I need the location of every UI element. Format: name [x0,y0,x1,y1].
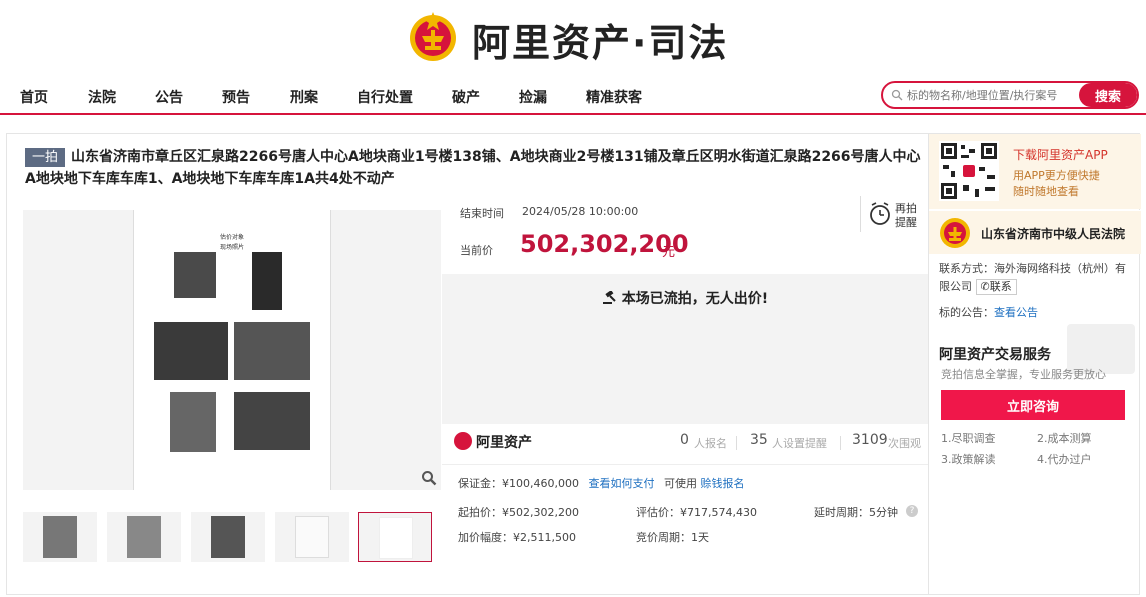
view-label: 次围观 [888,437,921,450]
round-tag: 一拍 [25,148,66,167]
nav-announcement[interactable]: 公告 [155,87,183,107]
notice-label: 标的公告： [939,306,994,319]
delay-period: 延时周期：5分钟 [814,506,898,519]
bid-increment: 加价幅度：¥2,511,500 [458,531,576,544]
notice-line: 标的公告：查看公告 [939,304,1038,320]
thumbnail[interactable] [191,512,265,562]
site-photo [154,322,228,380]
search-button[interactable]: 搜索 [1079,83,1137,107]
signup-label: 人报名 [694,437,727,450]
service-feature[interactable]: 3.政策解读 [941,451,996,467]
doc-caption: 现场照片 [219,244,244,251]
current-price-label: 当前价 [460,244,493,257]
search-input[interactable] [907,85,1077,105]
search-box: 搜索 [881,81,1139,109]
thumbnail-active[interactable] [358,512,432,562]
sidebar: 下载阿里资产APP 用APP更方便快捷 随时随地查看 山东省济南市中级人民法院 … [928,134,1141,594]
contact-button[interactable]: ✆联系 [975,279,1017,295]
appraisal-price: 评估价：¥717,574,430 [636,506,757,519]
deposit-pay-link[interactable]: 查看如何支付 [588,477,654,490]
view-count: 3109 [852,432,888,448]
nav-court[interactable]: 法院 [88,87,116,107]
app-line: 用APP更方便快捷 [1013,169,1100,182]
app-download-banner[interactable]: 下载阿里资产APP 用APP更方便快捷 随时随地查看 [929,134,1141,209]
doc-caption: 估价对象 [219,234,244,241]
contact-info: 联系方式：海外海网络科技（杭州）有限公司 ✆联系 [939,260,1135,296]
thumbnail[interactable] [23,512,97,562]
image-viewer[interactable]: 估价对象 现场照片 [23,210,441,490]
site-photo [234,322,310,380]
remind-button[interactable]: 再拍提醒 [860,196,922,232]
end-time-value: 2024/05/28 10:00:00 [522,205,639,218]
reminder-count: 35 [750,432,768,448]
app-line: 随时随地查看 [1013,185,1079,198]
remind-label: 再拍提醒 [895,202,917,229]
end-time-label: 结束时间 [460,207,504,220]
thumbnail[interactable] [275,512,349,562]
document-page: 估价对象 现场照片 [133,210,331,490]
court-emblem-icon [940,218,970,248]
listing-title: 一拍 山东省济南市章丘区汇泉路2266号唐人中心A地块商业1号楼138铺、A地块商… [25,146,930,190]
logo-bar: 阿里资产·司法 [0,0,1146,75]
nav-self-disposal[interactable]: 自行处置 [357,87,413,107]
court-info[interactable]: 山东省济南市中级人民法院 [929,210,1141,254]
site-photo [234,392,310,450]
divider [736,436,737,450]
nav-bargain[interactable]: 捡漏 [519,87,547,107]
ali-asset-logo-icon [454,432,472,450]
help-icon[interactable]: ? [906,505,918,517]
start-price: 起拍价：¥502,302,200 [458,506,579,519]
qr-code-icon [939,141,999,201]
contact-label: 联系方式： [939,262,994,275]
fee-details: 保证金：¥100,460,000 查看如何支付 可使用 赊钱报名 起拍价：¥50… [442,464,928,568]
alarm-clock-icon [870,202,890,225]
nav-home[interactable]: 首页 [20,87,48,107]
auction-status-text: 本场已流拍，无人出价! [621,291,769,307]
site-photo [170,392,216,452]
app-download-title: 下载阿里资产APP [1013,148,1108,162]
divider [840,436,841,450]
main-nav: 首页 法院 公告 预告 刑案 自行处置 破产 捡漏 精准获客 搜索 [0,75,1146,115]
signup-count: 0 [680,432,689,448]
listing-panel: 一拍 山东省济南市章丘区汇泉路2266号唐人中心A地块商业1号楼138铺、A地块商… [6,133,1141,595]
nav-preview[interactable]: 预告 [222,87,250,107]
auction-status: 本场已流拍，无人出价! [442,288,928,308]
service-feature[interactable]: 1.尽职调查 [941,430,996,446]
ali-asset-brand: 阿里资产 [476,435,532,451]
reminder-label: 人设置提醒 [772,437,827,450]
service-banner: 阿里资产交易服务 竞拍信息全掌握，专业服务更放心 [939,324,1135,381]
thumbnail[interactable] [107,512,181,562]
contact-button-label: 联系 [989,280,1012,293]
search-icon [891,89,903,101]
loan-signup-link[interactable]: 赊钱报名 [700,477,744,490]
usable-label: 可使用 [663,477,697,490]
court-emblem-icon [410,12,456,61]
service-title: 阿里资产交易服务 [939,347,1051,363]
service-feature[interactable]: 4.代办过户 [1037,451,1092,467]
notice-link[interactable]: 查看公告 [994,306,1038,319]
site-photo [252,252,282,310]
listing-title-text: 山东省济南市章丘区汇泉路2266号唐人中心A地块商业1号楼138铺、A地块商业2… [25,149,921,187]
nav-bankruptcy[interactable]: 破产 [452,87,480,107]
consult-button[interactable]: 立即咨询 [941,390,1125,420]
nav-precision[interactable]: 精准获客 [586,87,642,107]
auction-status-box: 本场已流拍，无人出价! [442,274,928,424]
court-name: 山东省济南市中级人民法院 [981,227,1126,241]
service-feature[interactable]: 2.成本测算 [1037,430,1092,446]
site-photo [174,252,216,298]
service-subtitle: 竞拍信息全掌握，专业服务更放心 [941,368,1106,381]
currency-unit: 元 [662,245,676,260]
bid-cycle: 竞价周期：1天 [636,531,709,544]
zoom-icon[interactable] [421,470,437,486]
nav-criminal[interactable]: 刑案 [290,87,318,107]
stats-bar: 阿里资产 0 人报名 35 人设置提醒 3109 次围观 [442,428,928,460]
gavel-icon [602,290,616,304]
site-logo-text[interactable]: 阿里资产·司法 [472,12,728,67]
deposit-line: 保证金：¥100,460,000 查看如何支付 可使用 赊钱报名 [458,475,744,491]
deposit-value: 保证金：¥100,460,000 [458,477,579,490]
thumbnail-strip [23,512,441,564]
